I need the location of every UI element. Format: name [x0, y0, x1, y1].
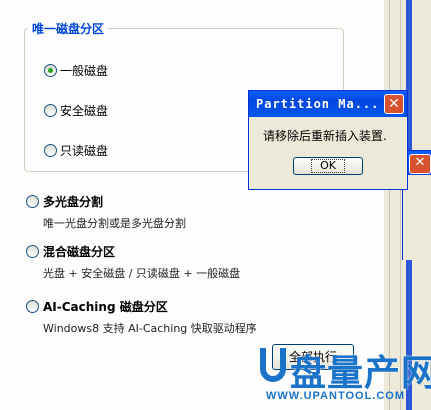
- radio-secure-disk[interactable]: [44, 104, 57, 117]
- u-logo-icon: [260, 348, 286, 382]
- watermark-url: WWW.UPANTOOL.COM: [266, 390, 406, 402]
- radio-label-readonly-disk[interactable]: 只读磁盘: [60, 142, 108, 159]
- dialog-title: Partition Ma...: [256, 97, 380, 111]
- watermark-brand: 盘量产网: [290, 353, 431, 394]
- radio-ai-caching[interactable]: [26, 300, 39, 313]
- group-title: 唯一磁盘分区: [28, 20, 109, 37]
- radio-mixed-partition[interactable]: [26, 245, 39, 258]
- ok-button[interactable]: OK: [293, 157, 363, 175]
- radio-label-secure-disk[interactable]: 安全磁盘: [60, 102, 108, 119]
- desc-multi-cd-split: 唯一光盘分割或是多光盘分割: [43, 217, 186, 230]
- radio-label-mixed-partition[interactable]: 混合磁盘分区: [43, 243, 115, 260]
- radio-label-multi-cd-split[interactable]: 多光盘分割: [43, 193, 103, 210]
- desc-ai-caching: Windows8 支持 AI-Caching 快取驱动程序: [43, 322, 257, 335]
- radio-label-ai-caching[interactable]: AI-Caching 磁盘分区: [43, 298, 168, 315]
- radio-readonly-disk[interactable]: [44, 144, 57, 157]
- radio-normal-disk[interactable]: [44, 64, 57, 77]
- partition-magic-dialog: Partition Ma... ✕ 请移除后重新插入装置. OK: [248, 90, 408, 190]
- radio-multi-cd-split[interactable]: [26, 195, 39, 208]
- close-icon[interactable]: ✕: [409, 154, 431, 174]
- radio-label-normal-disk[interactable]: 一般磁盘: [60, 62, 108, 79]
- dialog-message: 请移除后重新插入装置.: [263, 129, 387, 143]
- close-icon[interactable]: ✕: [384, 94, 404, 114]
- ok-button-label: OK: [311, 159, 345, 173]
- watermark-logo: 盘量产网 WWW.UPANTOOL.COM: [252, 340, 431, 410]
- desc-mixed-partition: 光盘 + 安全磁盘 / 只读磁盘 + 一般磁盘: [43, 267, 241, 280]
